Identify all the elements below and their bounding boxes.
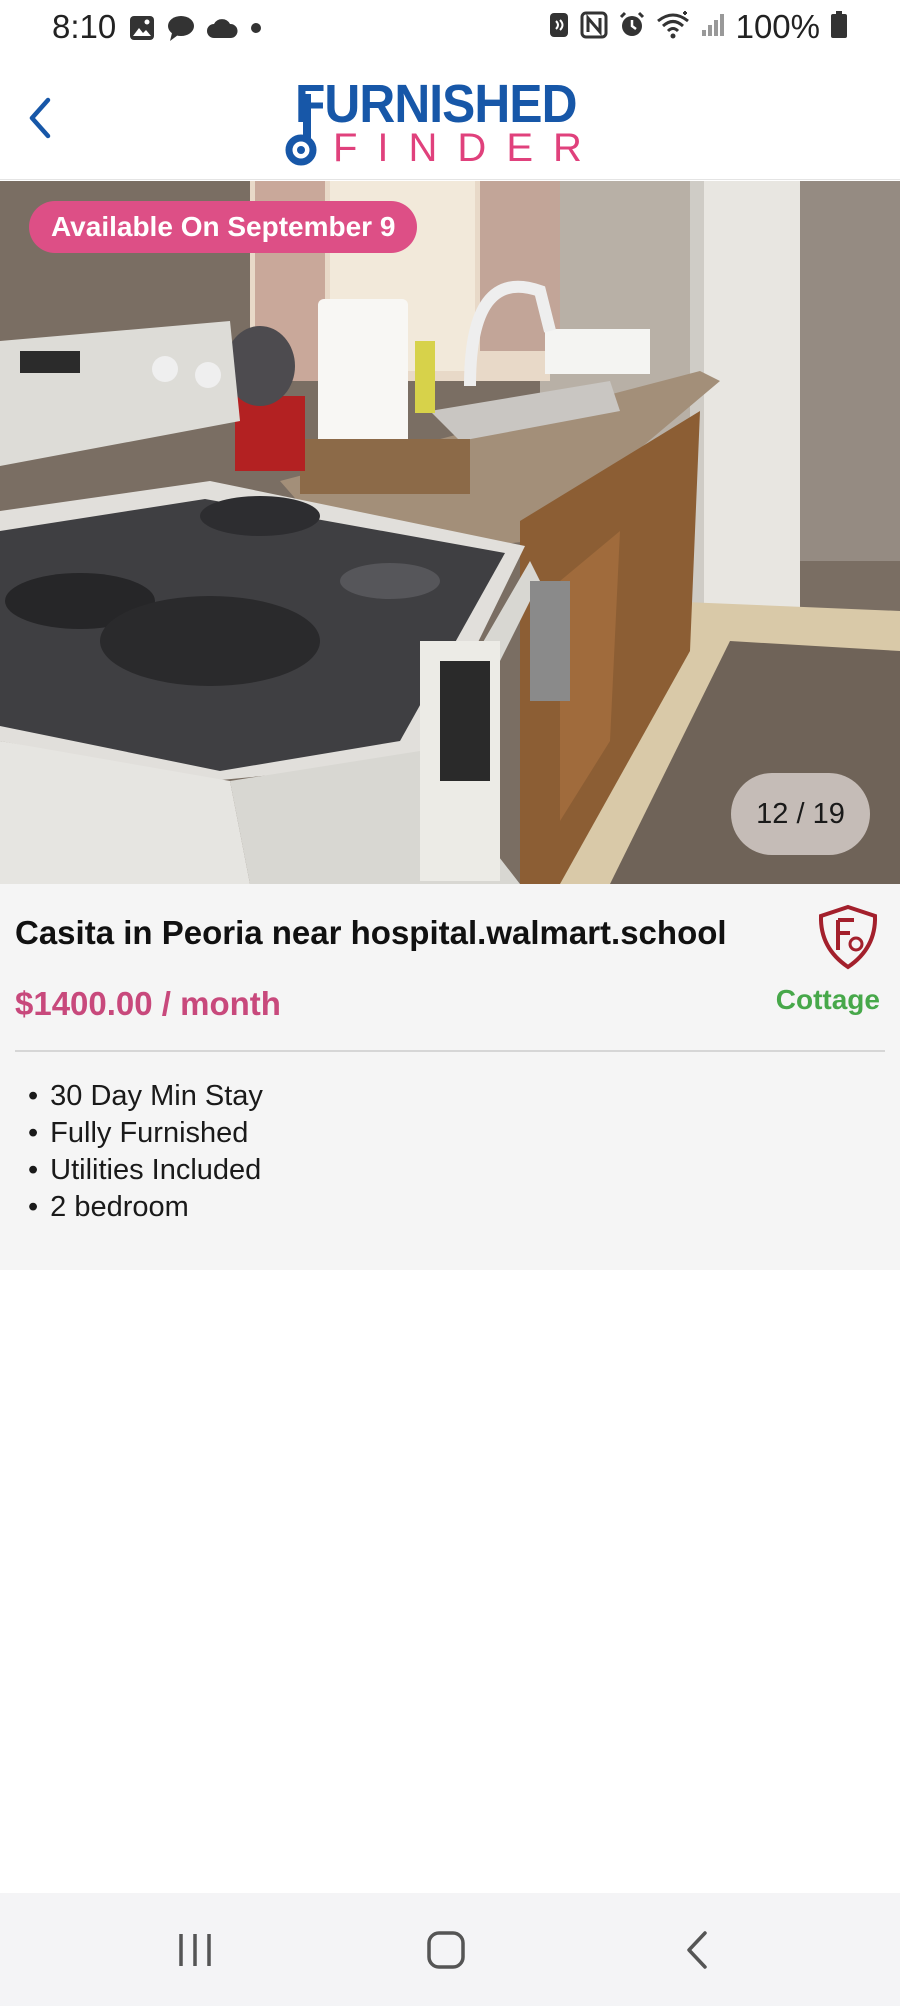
dot-icon (248, 20, 264, 41)
feature-text: Fully Furnished (50, 1117, 249, 1149)
home-button[interactable] (411, 1925, 481, 1975)
bullet: • (28, 1191, 39, 1223)
chat-icon (166, 14, 196, 47)
photo-counter: 12 / 19 (731, 773, 870, 855)
status-bar: 8:10 100% (0, 0, 900, 60)
furnished-finder-logo: FURNISHED FINDER (285, 74, 615, 170)
battery-icon (830, 10, 848, 44)
feature-text: Utilities Included (50, 1154, 262, 1186)
status-time: 8:10 (52, 8, 117, 45)
wifi-icon (656, 10, 690, 44)
listing-price: $1400.00 / month (15, 985, 281, 1022)
feature-text: 2 bedroom (50, 1191, 189, 1223)
availability-badge: Available On September 9 (29, 201, 418, 253)
status-right: 100% (548, 8, 848, 46)
home-icon (427, 1931, 465, 1969)
listing-title: Casita in Peoria near hospital.walmart.s… (15, 914, 727, 951)
nfc-icon (580, 11, 608, 44)
system-back-button[interactable] (663, 1925, 733, 1975)
bullet: • (28, 1080, 39, 1112)
logo-top-text: FURNISHED (295, 74, 577, 134)
back-icon (687, 1931, 707, 1969)
alarm-icon (618, 11, 646, 44)
gallery-icon (128, 14, 156, 47)
system-nav-bar (0, 1893, 900, 2006)
bullet: • (28, 1154, 39, 1186)
list-item: • Utilities Included (28, 1152, 263, 1189)
details-divider (15, 1050, 885, 1052)
app-header: FURNISHED FINDER (0, 60, 900, 180)
battery-percent: 100% (735, 8, 820, 45)
bullet: • (28, 1117, 39, 1149)
nfc-card-icon (548, 11, 570, 44)
back-button[interactable] (14, 88, 64, 148)
key-icon (285, 94, 317, 166)
cloud-icon (206, 16, 238, 45)
list-item: • 2 bedroom (28, 1189, 263, 1226)
status-left-icons (128, 14, 264, 47)
recent-apps-button[interactable] (160, 1925, 230, 1975)
feature-text: 30 Day Min Stay (50, 1080, 263, 1112)
list-item: • 30 Day Min Stay (28, 1078, 263, 1115)
listing-photo[interactable]: Available On September 9 12 / 19 (0, 181, 900, 884)
feature-list: • 30 Day Min Stay • Fully Furnished • Utili… (28, 1078, 263, 1226)
chevron-left-icon (29, 97, 51, 139)
recent-apps-icon (179, 1934, 211, 1966)
property-type: Cottage (775, 984, 880, 1015)
listing-details: Casita in Peoria near hospital.walmart.s… (0, 884, 900, 1270)
shield-key-icon (818, 904, 878, 970)
logo-bottom-text: FINDER (333, 126, 602, 170)
signal-icon (700, 12, 726, 43)
list-item: • Fully Furnished (28, 1115, 263, 1152)
